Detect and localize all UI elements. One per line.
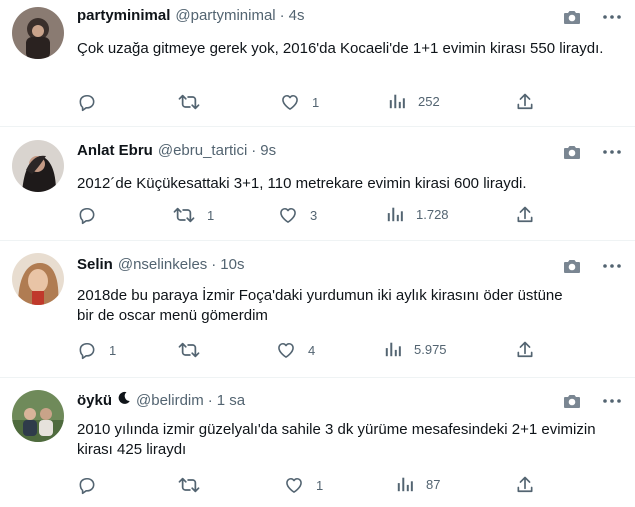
avatar[interactable] [12, 390, 64, 442]
retweet-icon [178, 342, 200, 358]
tweet[interactable]: Selin @nselinkeles · 10s 2018de bu paray… [0, 241, 635, 378]
view-count: 1.728 [416, 206, 449, 222]
tweet-text: 2018de bu paraya İzmir Foça'daki yurdumu… [77, 287, 563, 324]
views-button[interactable]: 252 [388, 92, 440, 110]
camera-icon[interactable] [563, 144, 581, 160]
reply-icon [79, 342, 95, 360]
camera-icon[interactable] [563, 9, 581, 25]
heart-icon [286, 477, 302, 493]
views-icon [387, 207, 403, 222]
retweet-icon [173, 207, 195, 223]
heart-icon [278, 342, 294, 358]
like-button[interactable]: 3 [278, 205, 317, 225]
moon-icon [117, 391, 131, 409]
share-icon [517, 206, 533, 223]
views-button[interactable]: 1.728 [386, 205, 449, 223]
reply-icon [79, 94, 95, 112]
views-icon [397, 477, 413, 492]
like-count: 1 [316, 477, 324, 493]
retweet-button[interactable] [178, 340, 212, 360]
camera-icon[interactable] [563, 258, 581, 274]
view-count: 87 [426, 476, 441, 492]
avatar[interactable] [12, 7, 64, 59]
retweet-button[interactable] [178, 92, 212, 112]
tweet-actions: 1 3 1.728 [77, 205, 621, 227]
separator-dot: · [251, 142, 257, 159]
share-icon [517, 476, 533, 493]
author-handle[interactable]: @belirdim [136, 392, 204, 409]
views-button[interactable]: 87 [396, 475, 440, 493]
reply-button[interactable]: 1 [77, 340, 116, 360]
like-button[interactable]: 1 [284, 475, 323, 495]
author-name[interactable]: Anlat Ebru [77, 142, 153, 159]
timestamp[interactable]: 10s [220, 256, 244, 273]
reply-button[interactable] [77, 205, 109, 225]
views-button[interactable]: 5.975 [384, 340, 447, 358]
retweet-icon [178, 94, 200, 110]
share-button[interactable] [515, 475, 535, 495]
view-count: 252 [418, 93, 440, 109]
timestamp[interactable]: 1 sa [217, 392, 245, 409]
timestamp[interactable]: 9s [260, 142, 276, 159]
share-icon [517, 93, 533, 110]
tweet-feed: partyminimal @partyminimal · 4s Çok uzağ… [0, 0, 635, 507]
reply-count: 1 [109, 342, 117, 358]
like-count: 1 [312, 94, 320, 110]
retweet-button[interactable] [178, 475, 212, 495]
separator-dot: · [207, 391, 213, 409]
retweet-count: 1 [207, 207, 215, 223]
reply-button[interactable] [77, 475, 109, 495]
timestamp[interactable]: 4s [289, 7, 305, 24]
more-icon[interactable] [603, 264, 621, 268]
separator-dot: · [279, 7, 285, 24]
avatar[interactable] [12, 253, 64, 305]
view-count: 5.975 [414, 341, 447, 357]
share-button[interactable] [515, 205, 535, 225]
more-icon[interactable] [603, 15, 621, 19]
author-name[interactable]: Selin [77, 256, 113, 273]
like-button[interactable]: 4 [276, 340, 315, 360]
tweet-actions: 1 252 [77, 92, 621, 114]
like-button[interactable]: 1 [280, 92, 319, 112]
share-button[interactable] [515, 340, 535, 360]
heart-icon [280, 207, 296, 223]
more-icon[interactable] [603, 399, 621, 403]
retweet-button[interactable]: 1 [173, 205, 214, 225]
tweet[interactable]: partyminimal @partyminimal · 4s Çok uzağ… [0, 0, 635, 127]
author-name[interactable]: partyminimal [77, 7, 170, 24]
reply-button[interactable] [77, 92, 109, 112]
tweet-actions: 1 87 [77, 475, 621, 497]
share-icon [517, 341, 533, 358]
more-icon[interactable] [603, 150, 621, 154]
tweet-text: 2012´de Küçükesattaki 3+1, 110 metrekare… [77, 175, 527, 192]
like-count: 3 [310, 207, 318, 223]
heart-icon [282, 94, 298, 110]
author-handle[interactable]: @nselinkeles [118, 256, 207, 273]
author-name[interactable]: öykü [77, 392, 112, 409]
retweet-icon [178, 477, 200, 493]
tweet[interactable]: öykü @belirdim · 1 sa 2010 yılında izmir… [0, 378, 635, 507]
tweet[interactable]: Anlat Ebru @ebru_tartici · 9s 2012´de Kü… [0, 127, 635, 241]
reply-icon [79, 207, 95, 225]
share-button[interactable] [515, 92, 535, 112]
tweet-text: Çok uzağa gitmeye gerek yok, 2016'da Koc… [77, 40, 604, 57]
tweet-text: 2010 yılında izmir güzelyalı'da sahile 3… [77, 421, 596, 458]
author-handle[interactable]: @ebru_tartici [158, 142, 247, 159]
reply-icon [79, 477, 95, 495]
avatar[interactable] [12, 140, 64, 192]
views-icon [389, 94, 405, 109]
like-count: 4 [308, 342, 316, 358]
camera-icon[interactable] [563, 393, 581, 409]
author-handle[interactable]: @partyminimal [175, 7, 275, 24]
separator-dot: · [211, 256, 217, 273]
views-icon [385, 342, 401, 357]
tweet-actions: 1 4 5.975 [77, 340, 621, 362]
